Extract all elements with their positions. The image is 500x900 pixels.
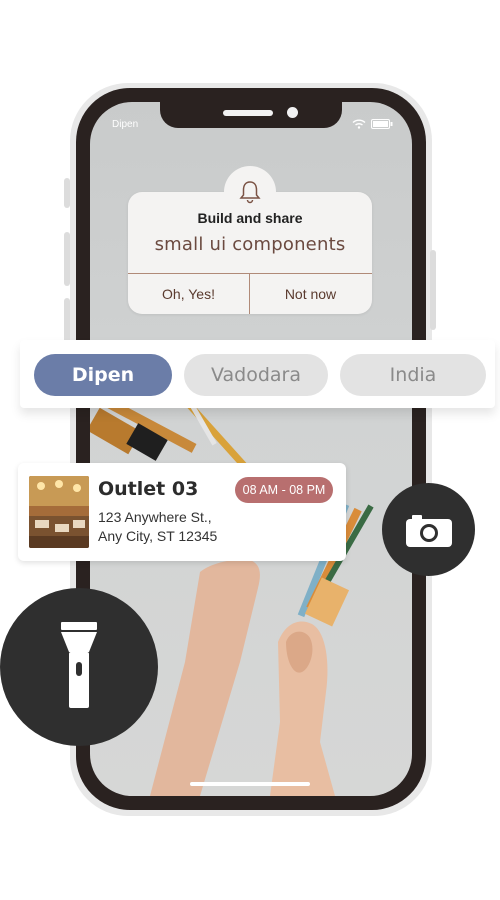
status-icons (352, 119, 393, 129)
flashlight-icon (61, 622, 97, 708)
notification-subtitle: small ui components (154, 234, 346, 255)
camera-icon (405, 514, 452, 547)
bell-icon (239, 181, 261, 204)
notification-title: Build and share (197, 210, 303, 226)
home-indicator (190, 782, 310, 786)
status-carrier: Dipen (112, 119, 139, 130)
hours-badge: 08 AM - 08 PM (235, 477, 333, 503)
tab-dipen[interactable]: Dipen (34, 354, 172, 396)
camera-button[interactable] (382, 483, 475, 576)
speaker-grille (223, 110, 273, 116)
phone-side-button (430, 250, 436, 330)
battery-icon (371, 119, 393, 129)
address-line-1: 123 Anywhere St., (98, 509, 212, 525)
confirm-button[interactable]: Oh, Yes! (128, 274, 249, 314)
tab-india[interactable]: India (340, 354, 486, 396)
front-camera (287, 107, 298, 118)
phone-side-button (64, 232, 70, 286)
outlet-thumbnail (29, 476, 89, 548)
outlet-name: Outlet 03 (98, 478, 199, 500)
address-line-2: Any City, ST 12345 (98, 528, 218, 544)
flashlight-button[interactable] (0, 588, 158, 746)
tab-vadodara[interactable]: Vadodara (184, 354, 328, 396)
phone-side-button (64, 178, 70, 208)
not-now-button[interactable]: Not now (250, 274, 371, 314)
wifi-icon (352, 119, 366, 129)
